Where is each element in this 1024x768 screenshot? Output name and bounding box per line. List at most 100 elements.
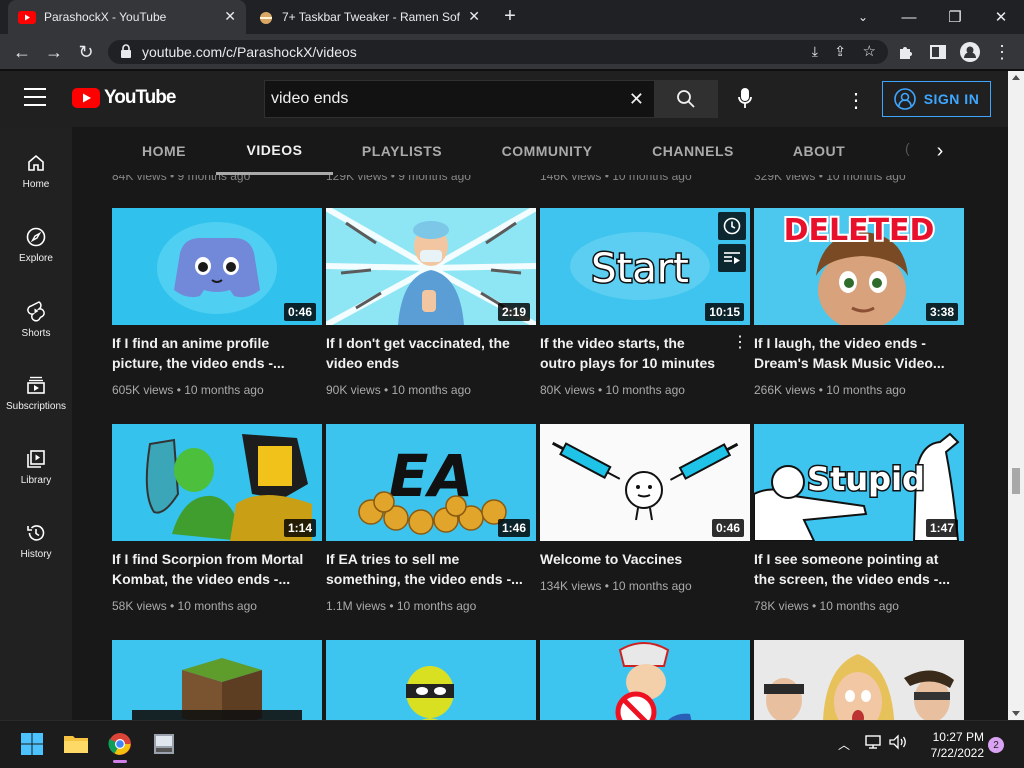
file-explorer-icon[interactable] xyxy=(60,728,92,760)
tab-playlists[interactable]: PLAYLISTS xyxy=(346,127,458,175)
video-thumbnail[interactable]: 0:46 xyxy=(540,424,750,541)
settings-dots-icon[interactable]: ⋮ xyxy=(846,88,866,112)
chrome-menu-icon[interactable]: ⋮ xyxy=(990,40,1014,64)
bookmark-star-icon[interactable]: ☆ xyxy=(863,42,876,60)
prev-row-meta: 146K views • 10 months ago xyxy=(540,175,692,183)
video-thumbnail[interactable] xyxy=(112,640,322,720)
video-meta: 605K views • 10 months ago xyxy=(112,383,264,397)
youtube-favicon-icon xyxy=(18,10,36,24)
page-scrollbar[interactable] xyxy=(1008,71,1024,720)
video-thumbnail[interactable]: EA 1:46 xyxy=(326,424,536,541)
tab-about[interactable]: ABOUT xyxy=(780,127,858,175)
chrome-taskbar-icon[interactable] xyxy=(104,728,136,760)
video-title[interactable]: If the video starts, the outro plays for… xyxy=(540,333,720,373)
video-duration: 2:19 xyxy=(497,303,530,321)
video-thumbnail[interactable]: 0:46 xyxy=(112,208,322,325)
network-icon[interactable] xyxy=(864,734,882,755)
scroll-down-icon[interactable] xyxy=(1012,711,1020,716)
close-tab-icon[interactable]: ✕ xyxy=(224,8,236,25)
search-input[interactable]: video ends ✕ xyxy=(264,80,654,118)
video-thumbnail[interactable] xyxy=(540,640,750,720)
video-thumbnail[interactable]: Stupid 1:47 xyxy=(754,424,964,541)
history-icon xyxy=(27,524,45,541)
hamburger-menu-icon[interactable] xyxy=(24,88,46,106)
video-thumbnail[interactable] xyxy=(754,640,964,720)
video-title[interactable]: If I laugh, the video ends - Dream's Mas… xyxy=(754,333,954,373)
video-thumbnail[interactable]: 2:19 xyxy=(326,208,536,325)
clear-search-icon[interactable]: ✕ xyxy=(629,89,644,110)
close-window-icon[interactable]: ✕ xyxy=(978,0,1024,34)
prev-row-meta: 129K views • 9 months ago xyxy=(326,175,471,183)
sidebar-item-label: History xyxy=(20,548,52,560)
minecraft-block-art xyxy=(112,640,322,720)
install-app-icon[interactable]: ⤓ xyxy=(812,43,818,60)
browser-tab-youtube[interactable]: ParashockX - YouTube ✕ xyxy=(8,0,246,34)
video-duration: 1:46 xyxy=(497,519,530,537)
video-thumbnail[interactable]: DELETED 3:38 xyxy=(754,208,964,325)
thumb-start-text: Start xyxy=(591,246,689,292)
minimize-icon[interactable]: — xyxy=(886,0,932,34)
video-duration: 0:46 xyxy=(283,303,316,321)
video-title[interactable]: If I see someone pointing at the screen,… xyxy=(754,549,954,589)
extensions-puzzle-icon[interactable] xyxy=(894,40,918,64)
sidebar-item-explore[interactable]: Explore xyxy=(0,208,72,282)
video-thumbnail[interactable]: 1:14 xyxy=(112,424,322,541)
windows-start-icon[interactable] xyxy=(16,728,48,760)
video-title[interactable]: If I find an anime profile picture, the … xyxy=(112,333,312,373)
tab-community[interactable]: COMMUNITY xyxy=(488,127,606,175)
add-to-queue-icon[interactable] xyxy=(718,244,746,272)
sign-in-button[interactable]: SIGN IN xyxy=(882,81,991,117)
clock-time: 10:27 PM xyxy=(932,730,984,744)
watch-later-icon[interactable] xyxy=(718,212,746,240)
new-tab-button[interactable]: + xyxy=(498,4,522,28)
chevron-right-icon[interactable]: › xyxy=(928,139,952,163)
profile-avatar-icon[interactable] xyxy=(958,40,982,64)
tab-home[interactable]: HOME xyxy=(122,127,206,175)
sidebar-item-subscriptions[interactable]: Subscriptions xyxy=(0,356,72,430)
video-title[interactable]: If EA tries to sell me something, the vi… xyxy=(326,549,526,589)
youtube-logo[interactable]: YouTube xyxy=(72,87,176,109)
video-grid: 84K views • 9 months ago 129K views • 9 … xyxy=(72,175,1008,720)
search-button[interactable] xyxy=(654,80,718,118)
taskbar-tweaker-app-icon[interactable] xyxy=(148,728,180,760)
tab-search-chevron-icon[interactable]: ⌄ xyxy=(840,0,886,34)
volume-icon[interactable] xyxy=(888,734,908,755)
video-duration: 3:38 xyxy=(925,303,958,321)
side-panel-icon[interactable] xyxy=(926,40,950,64)
thumb-stupid-text: Stupid xyxy=(807,460,925,498)
forward-arrow-icon[interactable]: → xyxy=(42,40,66,64)
thumb-deleted-text: DELETED xyxy=(784,213,935,248)
voice-search-button[interactable] xyxy=(735,87,755,111)
ramen-favicon-icon xyxy=(258,9,274,25)
notification-count-badge[interactable]: 2 xyxy=(988,737,1004,753)
tab-channels[interactable]: CHANNELS xyxy=(640,127,746,175)
sidebar-item-history[interactable]: History xyxy=(0,504,72,578)
subscriptions-icon xyxy=(27,376,45,394)
video-title[interactable]: If I don't get vaccinated, the video end… xyxy=(326,333,526,373)
video-options-icon[interactable]: ⋮ xyxy=(732,332,748,352)
video-thumbnail[interactable]: Start 10:15 xyxy=(540,208,750,325)
url-bar[interactable]: youtube.com/c/ParashockX/videos ⤓ ⇪ ☆ xyxy=(108,40,888,64)
search-tab-partial-icon[interactable]: ( xyxy=(905,140,910,156)
tab-videos[interactable]: VIDEOS xyxy=(216,127,333,175)
video-meta: 90K views • 10 months ago xyxy=(326,383,471,397)
video-meta: 78K views • 10 months ago xyxy=(754,599,899,613)
system-clock[interactable]: 10:27 PM 7/22/2022 xyxy=(914,729,984,761)
chevron-up-icon[interactable]: ︿ xyxy=(838,736,850,753)
video-meta: 134K views • 10 months ago xyxy=(540,579,692,593)
share-icon[interactable]: ⇪ xyxy=(834,43,846,60)
back-arrow-icon[interactable]: ← xyxy=(10,40,34,64)
sidebar-item-shorts[interactable]: Shorts xyxy=(0,282,72,356)
scroll-up-icon[interactable] xyxy=(1012,75,1020,80)
restore-icon[interactable]: ❐ xyxy=(932,0,978,34)
scrollbar-thumb[interactable] xyxy=(1012,468,1020,494)
video-title[interactable]: If I find Scorpion from Mortal Kombat, t… xyxy=(112,549,312,589)
video-thumbnail[interactable] xyxy=(326,640,536,720)
sidebar-item-home[interactable]: Home xyxy=(0,134,72,208)
account-circle-icon xyxy=(893,88,916,110)
close-tab-icon[interactable]: ✕ xyxy=(468,8,480,25)
sidebar-item-library[interactable]: Library xyxy=(0,430,72,504)
reload-icon[interactable]: ↻ xyxy=(74,40,98,64)
browser-tab-taskbar-tweaker[interactable]: 7+ Taskbar Tweaker - Ramen Sof ✕ xyxy=(248,0,490,34)
video-title[interactable]: Welcome to Vaccines xyxy=(540,549,740,569)
